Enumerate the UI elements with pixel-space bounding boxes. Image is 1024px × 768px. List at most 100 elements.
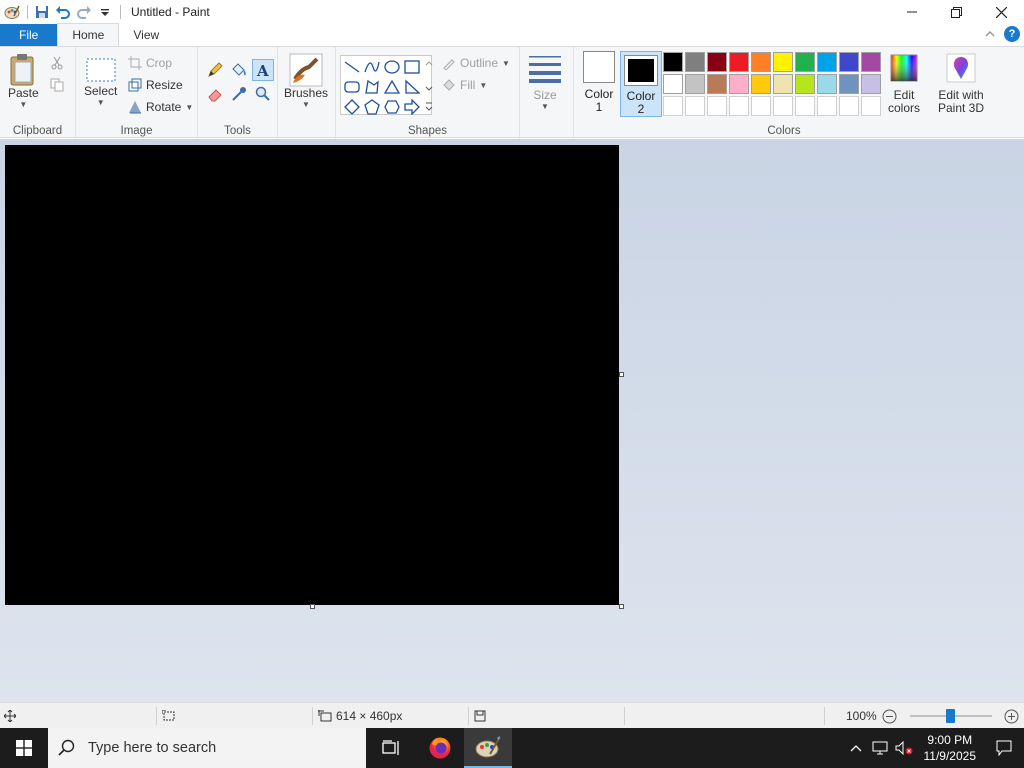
color1-swatch <box>583 51 615 83</box>
color-swatch[interactable] <box>663 52 683 72</box>
start-button[interactable] <box>0 728 48 768</box>
shapes-scroll-icon[interactable] <box>425 59 433 115</box>
custom-color-swatch[interactable] <box>817 96 837 116</box>
size-button[interactable]: Size ▼ <box>528 53 562 111</box>
zoom-out-icon[interactable] <box>882 709 897 724</box>
volume-button[interactable] <box>892 728 916 768</box>
minimize-button[interactable] <box>889 0 934 24</box>
color-swatch[interactable] <box>795 52 815 72</box>
color-swatch[interactable] <box>861 74 881 94</box>
custom-color-swatch[interactable] <box>861 96 881 116</box>
paste-button[interactable]: Paste ▼ <box>8 53 39 109</box>
resize-handle-bottom[interactable] <box>310 604 315 609</box>
color-swatch[interactable] <box>729 52 749 72</box>
line-shape-icon[interactable] <box>342 57 362 77</box>
color2-button[interactable]: Color 2 <box>620 51 662 117</box>
collapse-ribbon-icon[interactable] <box>984 28 996 40</box>
copy-button[interactable] <box>50 75 64 95</box>
zoom-in-icon[interactable] <box>1004 709 1019 724</box>
restore-button[interactable] <box>934 0 979 24</box>
taskbar-search-box[interactable]: Type here to search <box>48 728 366 768</box>
show-hidden-icons-button[interactable] <box>844 728 868 768</box>
color-swatch[interactable] <box>751 74 771 94</box>
network-button[interactable] <box>868 728 892 768</box>
color-swatch[interactable] <box>839 74 859 94</box>
cut-button[interactable] <box>50 53 64 73</box>
color-swatch[interactable] <box>817 52 837 72</box>
paste-icon <box>10 54 34 86</box>
customize-toolbar-icon[interactable] <box>95 2 115 22</box>
rectangle-shape-icon[interactable] <box>402 57 422 77</box>
clock[interactable]: 9:00 PM 11/9/2025 <box>916 732 985 764</box>
oval-shape-icon[interactable] <box>382 57 402 77</box>
color-swatch[interactable] <box>663 74 683 94</box>
color-swatch[interactable] <box>685 74 705 94</box>
select-button[interactable]: Select ▼ <box>84 57 117 107</box>
rotate-button[interactable]: Rotate ▼ <box>128 97 193 117</box>
outline-button[interactable]: Outline ▼ <box>442 53 510 73</box>
pentagon-shape-icon[interactable] <box>362 97 382 117</box>
action-center-button[interactable] <box>984 728 1024 768</box>
firefox-taskbar-button[interactable] <box>416 728 464 768</box>
save-icon[interactable] <box>32 2 52 22</box>
color-swatch[interactable] <box>773 74 793 94</box>
color-swatch[interactable] <box>795 74 815 94</box>
tab-view[interactable]: View <box>119 24 173 46</box>
color-swatch[interactable] <box>729 74 749 94</box>
help-icon[interactable]: ? <box>1004 26 1020 42</box>
magnifier-icon[interactable] <box>252 83 274 105</box>
tab-home[interactable]: Home <box>57 23 120 46</box>
redo-icon[interactable] <box>74 2 94 22</box>
color1-button[interactable]: Color 1 <box>579 51 619 114</box>
paint-app-icon[interactable] <box>2 2 22 22</box>
ribbon-right-icons: ? <box>984 26 1020 42</box>
custom-color-swatch[interactable] <box>751 96 771 116</box>
resize-handle-right[interactable] <box>619 372 624 377</box>
pencil-icon[interactable] <box>204 59 226 81</box>
curve-shape-icon[interactable] <box>362 57 382 77</box>
color-swatch[interactable] <box>773 52 793 72</box>
color-palette <box>662 51 882 117</box>
brushes-button[interactable]: Brushes ▼ <box>284 53 328 109</box>
custom-color-swatch[interactable] <box>685 96 705 116</box>
color-swatch[interactable] <box>707 74 727 94</box>
color-picker-icon[interactable] <box>228 83 250 105</box>
polygon-shape-icon[interactable] <box>362 77 382 97</box>
paint-taskbar-button[interactable] <box>464 728 512 768</box>
undo-icon[interactable] <box>53 2 73 22</box>
color-swatch[interactable] <box>839 52 859 72</box>
fill-button[interactable]: Fill ▼ <box>442 75 487 95</box>
crop-button[interactable]: Crop <box>128 53 172 73</box>
custom-color-swatch[interactable] <box>729 96 749 116</box>
triangle-shape-icon[interactable] <box>382 77 402 97</box>
fill-bucket-icon[interactable] <box>228 59 250 81</box>
color-swatch[interactable] <box>707 52 727 72</box>
shapes-grid <box>342 57 422 117</box>
zoom-slider-thumb[interactable] <box>946 709 955 723</box>
resize-button[interactable]: Resize <box>128 75 183 95</box>
custom-color-swatch[interactable] <box>663 96 683 116</box>
custom-color-swatch[interactable] <box>795 96 815 116</box>
rounded-rectangle-shape-icon[interactable] <box>342 77 362 97</box>
edit-colors-button[interactable]: Edit colors <box>884 53 924 115</box>
text-tool-icon[interactable]: A <box>252 59 274 81</box>
edit-paint3d-button[interactable]: Edit with Paint 3D <box>934 53 988 115</box>
task-view-button[interactable] <box>368 728 416 768</box>
close-button[interactable] <box>979 0 1024 24</box>
custom-color-swatch[interactable] <box>839 96 859 116</box>
resize-handle-corner[interactable] <box>619 604 624 609</box>
custom-color-swatch[interactable] <box>707 96 727 116</box>
hexagon-shape-icon[interactable] <box>382 97 402 117</box>
eraser-icon[interactable] <box>204 83 226 105</box>
color-swatch[interactable] <box>861 52 881 72</box>
custom-color-swatch[interactable] <box>773 96 793 116</box>
diamond-shape-icon[interactable] <box>342 97 362 117</box>
right-triangle-shape-icon[interactable] <box>402 77 422 97</box>
drawing-canvas[interactable] <box>5 145 619 605</box>
tab-file[interactable]: File <box>0 24 58 46</box>
color-swatch[interactable] <box>817 74 837 94</box>
chevron-up-icon <box>850 745 861 752</box>
arrow-shape-icon[interactable] <box>402 97 422 117</box>
color-swatch[interactable] <box>685 52 705 72</box>
color-swatch[interactable] <box>751 52 771 72</box>
